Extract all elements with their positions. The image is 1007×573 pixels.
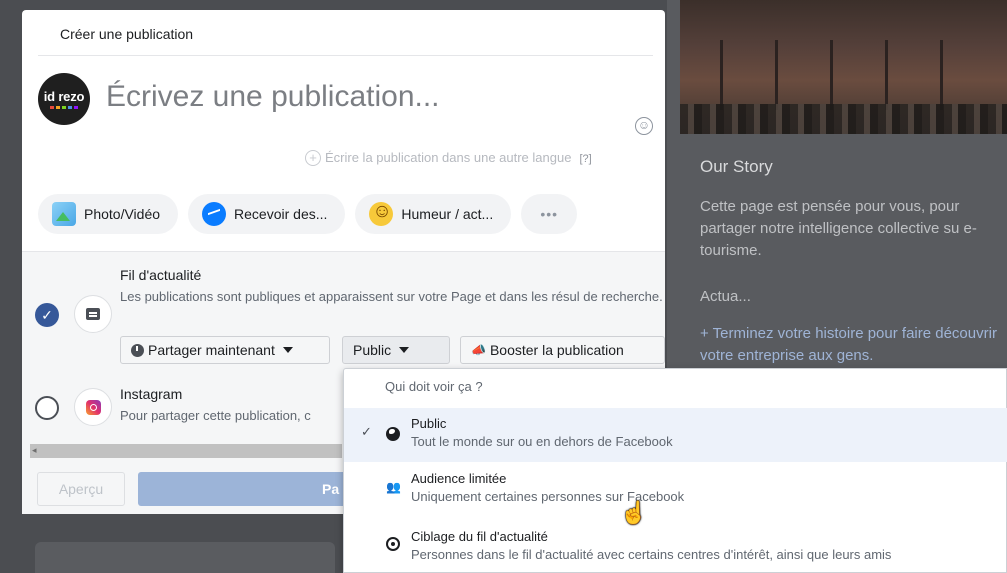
composer-actions: Photo/Vidéo Recevoir des... Humeur / act…: [38, 194, 578, 234]
mood-emoji-icon: [369, 201, 394, 226]
story-text: Cette page est pensée pour vous, pour pa…: [700, 198, 977, 259]
audience-option-targeting[interactable]: Ciblage du fil d'actualité Personnes dan…: [344, 521, 1007, 573]
post-text-input[interactable]: Écrivez une publication...: [106, 80, 440, 114]
dropdown-header: Qui doit voir ça ?: [385, 379, 483, 394]
receive-messages-button[interactable]: Recevoir des...: [188, 194, 346, 234]
more-icon: •••: [540, 206, 559, 222]
target-icon: [386, 537, 400, 551]
audience-dropdown-menu: Qui doit voir ça ? ✓ Public Tout le mond…: [343, 368, 1007, 573]
story-title: Our Story: [700, 157, 773, 176]
photo-video-icon: [52, 202, 76, 226]
plus-circle-icon: +: [305, 150, 321, 166]
story-actua: Actua...: [700, 288, 751, 305]
story-complete-link[interactable]: + Terminez votre histoire pour faire déc…: [700, 323, 1007, 367]
photo-video-button[interactable]: Photo/Vidéo: [38, 194, 179, 234]
emoji-icon[interactable]: ☺: [635, 117, 653, 135]
hand-cursor-icon: ☝: [620, 500, 648, 525]
globe-icon: [386, 427, 400, 441]
cover-photo: [680, 0, 1007, 134]
composer-title: Créer une publication: [60, 26, 194, 42]
messenger-icon: [202, 202, 227, 226]
mood-activity-button[interactable]: Humeur / act...: [355, 194, 512, 234]
audience-option-limited[interactable]: 👥 Audience limitée Uniquement certaines …: [344, 463, 1007, 517]
people-icon: 👥: [386, 480, 401, 494]
more-options-button[interactable]: •••: [521, 194, 578, 234]
translate-post-link[interactable]: + Écrire la publication dans une autre la…: [305, 150, 592, 166]
background-card: [35, 542, 335, 573]
checkmark-icon: ✓: [361, 424, 372, 439]
page-avatar: id rezo: [38, 73, 90, 125]
audience-option-public[interactable]: ✓ Public Tout le monde sur ou en dehors …: [344, 408, 1007, 462]
help-link[interactable]: [?]: [579, 153, 591, 165]
